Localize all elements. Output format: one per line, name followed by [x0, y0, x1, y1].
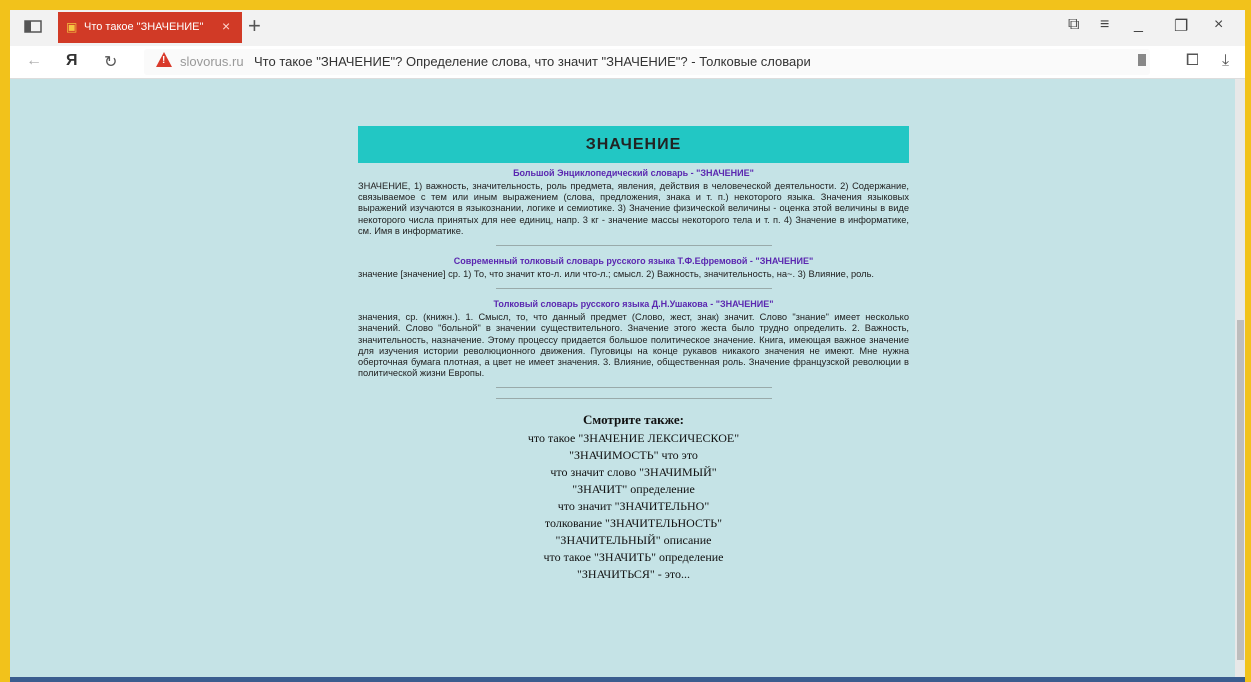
bookmark-icon[interactable] — [1138, 54, 1146, 66]
see-also-heading: Смотрите также: — [583, 412, 684, 428]
see-also-link[interactable]: "ЗНАЧИМОСТЬ" что это — [358, 447, 909, 464]
see-also-link[interactable]: что значит "ЗНАЧИТЕЛЬНО" — [358, 498, 909, 515]
see-also-link[interactable]: что такое "ЗНАЧИТЬ" определение — [358, 549, 909, 566]
tab-bar: ▣ Что такое "ЗНАЧЕНИЕ" × + ⧉ ≡ _ ❐ × — [10, 10, 1245, 46]
tabs-overview-icon[interactable] — [24, 19, 42, 33]
see-also-block: Смотрите также: что такое "ЗНАЧЕНИЕ ЛЕКС… — [358, 411, 909, 583]
dictionary-entry-text: значение [значение] ср. 1) То, что значи… — [358, 269, 874, 280]
download-icon[interactable]: ⤓ — [1222, 52, 1229, 70]
new-tab-icon[interactable]: + — [248, 13, 261, 39]
page-content: ЗНАЧЕНИЕ Большой Энциклопедический слова… — [10, 79, 1235, 677]
divider — [495, 245, 772, 247]
window-frame-right — [1245, 0, 1251, 682]
address-page-title[interactable]: Что такое "ЗНАЧЕНИЕ"? Определение слова,… — [254, 54, 811, 69]
page-heading: ЗНАЧЕНИЕ — [358, 126, 909, 163]
divider — [495, 398, 772, 400]
close-window-icon[interactable]: × — [1214, 16, 1223, 34]
dictionary-source-title[interactable]: Толковый словарь русского языка Д.Н.Ушак… — [358, 299, 909, 309]
article-column: ЗНАЧЕНИЕ Большой Энциклопедический слова… — [358, 126, 909, 583]
menu-icon[interactable]: ≡ — [1100, 16, 1109, 34]
dictionary-entry-text: значения, ср. (книжн.). 1. Смысл, то, чт… — [358, 312, 909, 379]
minimize-icon[interactable]: _ — [1134, 16, 1143, 34]
back-icon[interactable]: ← — [26, 52, 42, 70]
tab-close-icon[interactable]: × — [222, 18, 230, 34]
window-frame-top — [0, 0, 1251, 10]
site-favicon-icon: ▣ — [66, 20, 78, 34]
taskbar — [10, 677, 1245, 682]
see-also-link[interactable]: что такое "ЗНАЧЕНИЕ ЛЕКСИЧЕСКОЕ" — [358, 430, 909, 447]
restore-icon[interactable]: ❐ — [1174, 16, 1188, 36]
security-warning-icon[interactable]: ! — [156, 52, 172, 67]
see-also-link[interactable]: что значит слово "ЗНАЧИМЫЙ" — [358, 464, 909, 481]
downloads-panel-icon[interactable]: ⧉ — [1068, 16, 1079, 34]
tab-active[interactable]: ▣ Что такое "ЗНАЧЕНИЕ" × — [58, 12, 242, 43]
yandex-logo[interactable]: Я — [66, 52, 78, 70]
dictionary-source-title[interactable]: Современный толковый словарь русского яз… — [358, 256, 909, 266]
dictionary-entry-text: ЗНАЧЕНИЕ, 1) важность, значительность, р… — [358, 181, 909, 236]
tab-title: Что такое "ЗНАЧЕНИЕ" — [84, 21, 204, 33]
reload-icon[interactable]: ↻ — [104, 52, 117, 72]
see-also-link[interactable]: толкование "ЗНАЧИТЕЛЬНОСТЬ" — [358, 515, 909, 532]
translate-icon[interactable]: ⧠ — [1186, 52, 1199, 70]
address-domain[interactable]: slovorus.ru — [180, 54, 244, 69]
scrollbar-thumb[interactable] — [1237, 320, 1244, 660]
window-frame-left — [0, 0, 10, 682]
divider — [495, 288, 772, 290]
dictionary-source-title[interactable]: Большой Энциклопедический словарь - "ЗНА… — [358, 168, 909, 178]
see-also-link[interactable]: "ЗНАЧИТЬСЯ" - это... — [358, 566, 909, 583]
divider — [495, 387, 772, 389]
see-also-link[interactable]: "ЗНАЧИТ" определение — [358, 481, 909, 498]
address-bar-row: ← Я ↻ ! slovorus.ru Что такое "ЗНАЧЕНИЕ"… — [10, 46, 1245, 79]
see-also-link[interactable]: "ЗНАЧИТЕЛЬНЫЙ" описание — [358, 532, 909, 549]
